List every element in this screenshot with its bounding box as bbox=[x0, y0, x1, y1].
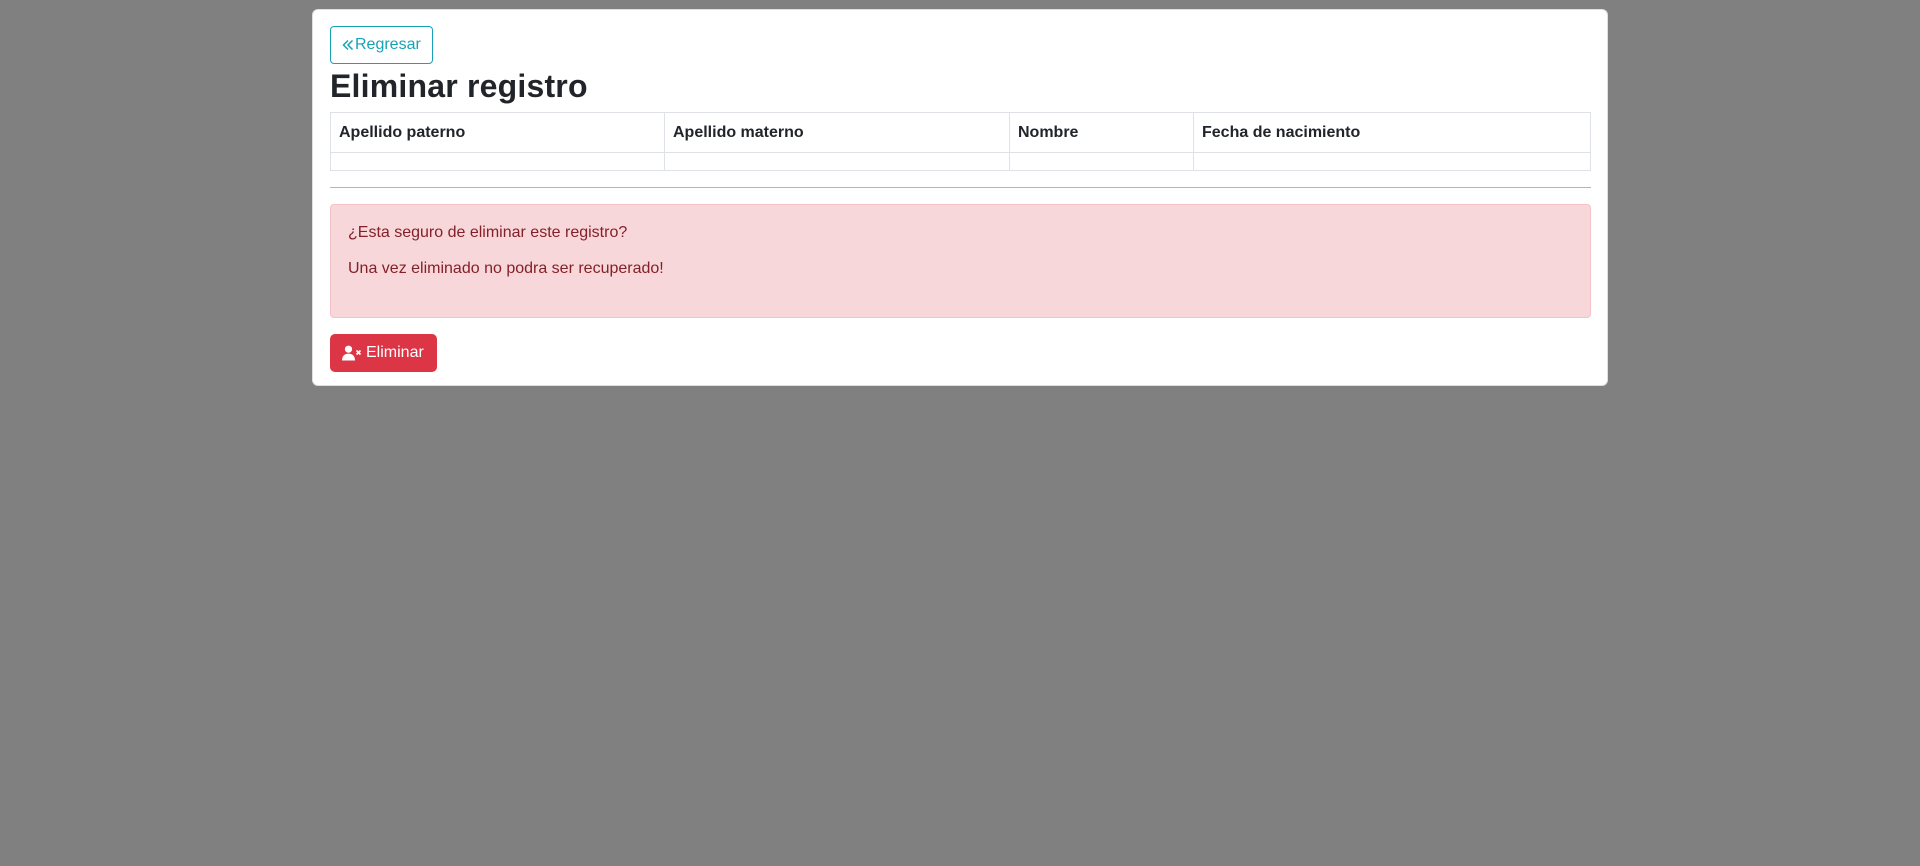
alert-warning: Una vez eliminado no podra ser recuperad… bbox=[348, 260, 664, 278]
delete-button[interactable]: Eliminar bbox=[330, 334, 437, 373]
table-cell bbox=[1193, 152, 1591, 172]
alert-question: ¿Esta seguro de eliminar este registro? bbox=[348, 224, 628, 242]
page-title: Eliminar registro bbox=[330, 68, 588, 104]
column-header: Apellido materno bbox=[664, 112, 1010, 154]
table-cell bbox=[1009, 152, 1194, 172]
column-header: Fecha de nacimiento bbox=[1193, 112, 1591, 154]
divider bbox=[330, 187, 1591, 189]
table-row bbox=[330, 152, 1591, 172]
record-table: Apellido paterno Apellido materno Nombre… bbox=[330, 112, 1591, 172]
table-cell bbox=[330, 152, 665, 172]
back-button-label: Regresar bbox=[355, 36, 421, 53]
delete-button-label: Eliminar bbox=[366, 344, 424, 362]
column-header: Nombre bbox=[1009, 112, 1194, 154]
chevrons-left-icon bbox=[342, 39, 354, 51]
table-cell bbox=[664, 152, 1010, 172]
back-button[interactable]: Regresar bbox=[330, 26, 433, 64]
column-header: Apellido paterno bbox=[330, 112, 665, 154]
delete-record-card: Regresar Eliminar registro Apellido pate… bbox=[312, 9, 1608, 386]
table-header-row: Apellido paterno Apellido materno Nombre… bbox=[330, 112, 1591, 154]
user-delete-icon bbox=[342, 345, 362, 361]
danger-alert: ¿Esta seguro de eliminar este registro? … bbox=[330, 204, 1591, 319]
